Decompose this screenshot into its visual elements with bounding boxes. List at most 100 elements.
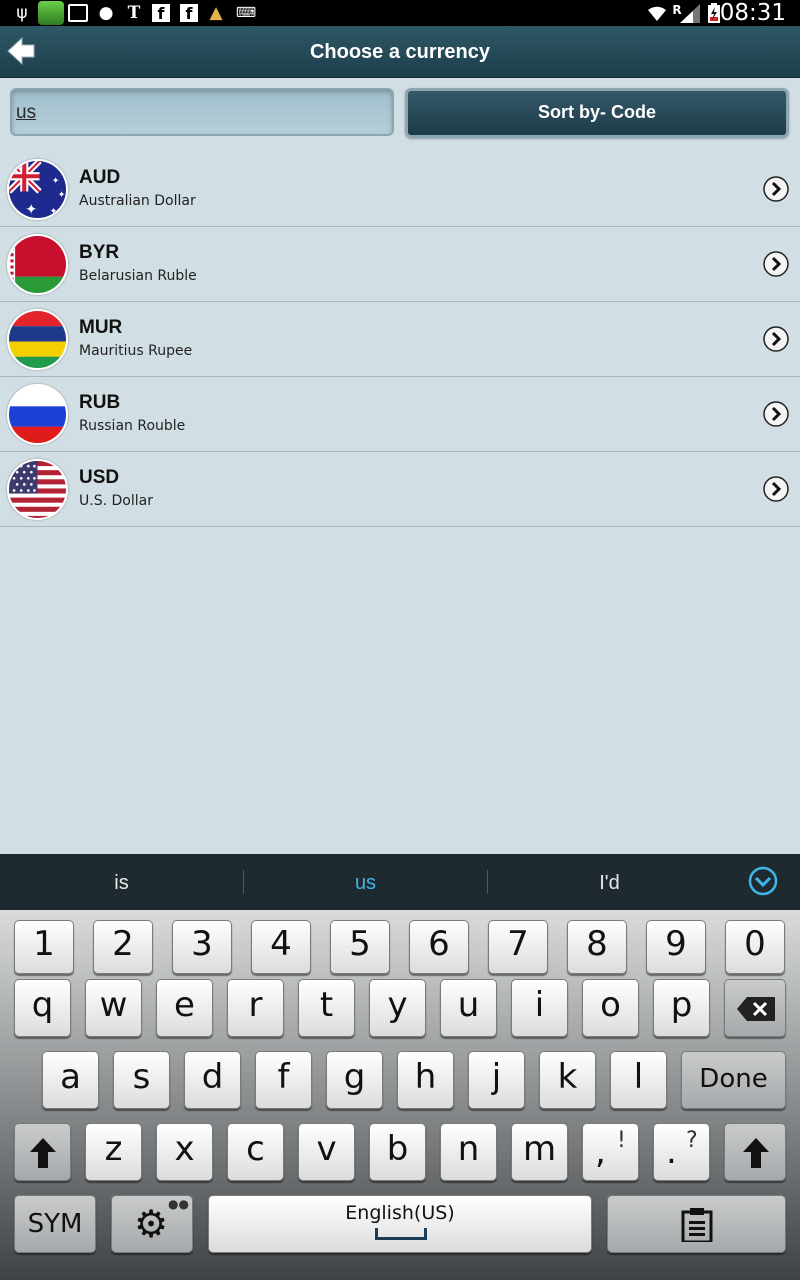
chevron-right-icon[interactable]: [763, 326, 789, 352]
key-r[interactable]: r: [227, 979, 284, 1037]
wifi-icon: [648, 6, 666, 21]
currency-code: BYR: [79, 242, 120, 263]
key-s[interactable]: s: [113, 1051, 170, 1109]
space-key-label: English(US): [345, 1202, 455, 1224]
currency-list: ✦ ✦ ✦ ✦ AUD Australian Dollar BYR Belaru…: [0, 152, 800, 527]
key-k[interactable]: k: [539, 1051, 596, 1109]
currency-row-mur[interactable]: MUR Mauritius Rupee: [0, 302, 800, 377]
keyboard: 1 2 3 4 5 6 7 8 9 0 q w e r t y u i o p …: [0, 910, 800, 1280]
chevron-right-icon[interactable]: [763, 251, 789, 277]
svg-text:✦: ✦: [50, 207, 58, 217]
search-input[interactable]: us: [10, 88, 394, 136]
backspace-icon: [737, 997, 775, 1021]
key-j[interactable]: j: [468, 1051, 525, 1109]
currency-name: U.S. Dollar: [79, 493, 153, 509]
chevron-right-icon[interactable]: [763, 176, 789, 202]
sym-key[interactable]: SYM: [14, 1195, 96, 1253]
suggestion-item[interactable]: is: [0, 854, 243, 910]
currency-row-rub[interactable]: RUB Russian Rouble: [0, 377, 800, 452]
key-9[interactable]: 9: [646, 920, 706, 974]
key-z[interactable]: z: [85, 1123, 142, 1181]
key-y[interactable]: y: [369, 979, 426, 1037]
suggestion-item-selected[interactable]: us: [244, 854, 487, 910]
key-6[interactable]: 6: [409, 920, 469, 974]
key-5[interactable]: 5: [330, 920, 390, 974]
sort-button[interactable]: Sort by- Code: [405, 88, 789, 138]
key-label: v: [316, 1129, 337, 1169]
currency-row-usd[interactable]: USD U.S. Dollar: [0, 452, 800, 527]
key-o[interactable]: o: [582, 979, 639, 1037]
key-p[interactable]: p: [653, 979, 710, 1037]
comma-key-alt: !: [617, 1128, 626, 1153]
key-4[interactable]: 4: [251, 920, 311, 974]
key-0[interactable]: 0: [725, 920, 785, 974]
currency-name: Australian Dollar: [79, 193, 196, 209]
key-label: y: [387, 985, 408, 1025]
sort-button-label: Sort by- Code: [537, 102, 656, 122]
done-key-label: Done: [699, 1064, 768, 1094]
space-key[interactable]: English(US): [208, 1195, 592, 1253]
shift-icon: [743, 1138, 769, 1168]
key-e[interactable]: e: [156, 979, 213, 1037]
key-c[interactable]: c: [227, 1123, 284, 1181]
key-m[interactable]: m: [511, 1123, 568, 1181]
key-q[interactable]: q: [14, 979, 71, 1037]
key-label: t: [319, 985, 334, 1025]
key-label: r: [248, 985, 263, 1025]
shift-key[interactable]: [14, 1123, 71, 1181]
key-h[interactable]: h: [397, 1051, 454, 1109]
key-label: q: [31, 985, 54, 1025]
key-1[interactable]: 1: [14, 920, 74, 974]
key-v[interactable]: v: [298, 1123, 355, 1181]
key-8[interactable]: 8: [567, 920, 627, 974]
status-bar: ψ ● T f f ▲ ⌨ R 08:31: [0, 0, 800, 26]
key-label: i: [534, 985, 545, 1025]
key-t[interactable]: t: [298, 979, 355, 1037]
key-x[interactable]: x: [156, 1123, 213, 1181]
app-header: Choose a currency: [0, 26, 800, 78]
suggestion-item[interactable]: I'd: [488, 854, 731, 910]
key-d[interactable]: d: [184, 1051, 241, 1109]
key-label: 6: [428, 924, 450, 964]
key-label: k: [557, 1057, 578, 1097]
period-key[interactable]: . ?: [653, 1123, 710, 1181]
currency-code: AUD: [79, 167, 121, 188]
chat-icon: ●: [98, 3, 114, 23]
key-n[interactable]: n: [440, 1123, 497, 1181]
key-2[interactable]: 2: [93, 920, 153, 974]
comma-key[interactable]: , !: [582, 1123, 639, 1181]
key-label: j: [491, 1057, 502, 1097]
gear-icon: ⚙: [134, 1202, 169, 1246]
key-g[interactable]: g: [326, 1051, 383, 1109]
key-f[interactable]: f: [255, 1051, 312, 1109]
done-key[interactable]: Done: [681, 1051, 786, 1109]
currency-name: Belarusian Ruble: [79, 268, 197, 284]
chevron-right-icon[interactable]: [763, 401, 789, 427]
key-label: 1: [33, 924, 55, 964]
key-7[interactable]: 7: [488, 920, 548, 974]
currency-code: MUR: [79, 317, 123, 338]
key-a[interactable]: a: [42, 1051, 99, 1109]
key-label: 5: [349, 924, 371, 964]
belarus-flag-icon: [7, 234, 68, 295]
chevron-right-icon[interactable]: [763, 476, 789, 502]
usa-flag-icon: [7, 459, 68, 520]
key-i[interactable]: i: [511, 979, 568, 1037]
key-label: d: [201, 1057, 224, 1097]
clipboard-key[interactable]: [607, 1195, 786, 1253]
key-label: o: [600, 985, 621, 1025]
usb-icon: ψ: [16, 3, 28, 23]
key-u[interactable]: u: [440, 979, 497, 1037]
expand-suggestions-icon[interactable]: [748, 866, 778, 896]
currency-row-aud[interactable]: ✦ ✦ ✦ ✦ AUD Australian Dollar: [0, 152, 800, 227]
currency-row-byr[interactable]: BYR Belarusian Ruble: [0, 227, 800, 302]
key-label: a: [60, 1057, 81, 1097]
key-3[interactable]: 3: [172, 920, 232, 974]
backspace-key[interactable]: [724, 979, 786, 1037]
key-b[interactable]: b: [369, 1123, 426, 1181]
key-label: 9: [665, 924, 687, 964]
key-w[interactable]: w: [85, 979, 142, 1037]
settings-key[interactable]: ⚙ ●●: [111, 1195, 193, 1253]
shift-key-right[interactable]: [724, 1123, 786, 1181]
key-l[interactable]: l: [610, 1051, 667, 1109]
